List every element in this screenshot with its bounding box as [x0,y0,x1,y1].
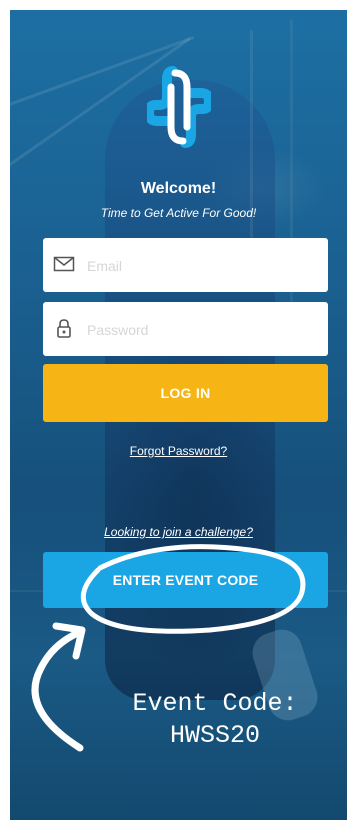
email-field[interactable] [43,238,328,292]
curved-arrow-icon [31,628,84,752]
forgot-password-link[interactable]: Forgot Password? [10,444,347,458]
lock-icon [57,319,71,338]
welcome-title: Welcome! [140,180,217,197]
app-screen: Welcome! Time to Get Active For Good! LO… [10,10,347,820]
welcome-tagline: Time to Get Active For Good! [100,206,257,220]
envelope-icon [53,256,75,272]
arrow-head [52,622,86,660]
plus-cross-logo-icon [147,66,211,148]
email-input[interactable] [85,248,319,284]
password-input[interactable] [85,312,319,348]
join-challenge-link[interactable]: Looking to join a challenge? [10,525,347,539]
event-code-annotation: Event Code: HWSS20 [90,688,340,752]
event-code-value: HWSS20 [169,721,260,750]
event-code-label: Event Code: [132,689,298,718]
password-field[interactable] [43,302,328,356]
enter-event-code-button[interactable]: ENTER EVENT CODE [43,552,328,608]
login-button[interactable]: LOG IN [43,364,328,422]
